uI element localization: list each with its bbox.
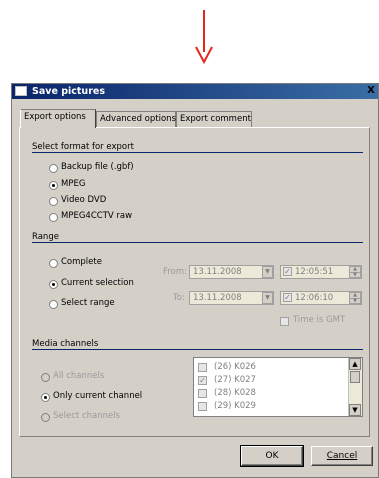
radio-select-range[interactable] [49,300,58,309]
radio-select-channels[interactable] [41,413,50,422]
from-time-field[interactable]: ✓ 12:05:51 ▲ ▼ [280,265,362,279]
media-section-title: Media channels [32,339,99,349]
cancel-button-label: Cancel [326,451,358,461]
window-icon [15,86,27,96]
channel-label: (27) K027 [214,375,256,385]
select-channels-label: Select channels [53,411,120,421]
range-section-title: Range [32,232,59,242]
select-range-label: Select range [61,298,115,308]
all-channels-label: All channels [53,371,105,381]
channel-checkbox[interactable] [198,402,207,411]
radio-video-dvd[interactable] [49,197,58,206]
to-time-value: 12:06:10 [295,293,334,303]
from-time-value: 12:05:51 [295,267,334,277]
radio-mpeg4cctv-raw[interactable] [49,213,58,222]
video-dvd-label: Video DVD [61,195,107,205]
radio-backup-file[interactable] [49,164,58,173]
channel-checkbox[interactable] [198,363,207,372]
time-is-gmt-label: Time is GMT [293,315,346,325]
channel-label: (26) K026 [214,362,256,372]
annotation-arrow-head-icon [195,46,213,64]
mpeg4cctv-raw-label: MPEG4CCTV raw [61,211,133,221]
scroll-down-icon[interactable]: ▼ [349,404,361,416]
backup-file-label: Backup file (.gbf) [61,162,134,172]
channel-list[interactable]: (26) K026 ✓ (27) K027 (28) K028 (29) K02… [193,357,363,417]
tab-export-options[interactable]: Export options [20,109,96,128]
to-time-checkbox[interactable]: ✓ [283,293,292,302]
radio-current-selection[interactable] [49,280,58,289]
time-is-gmt-checkbox[interactable] [280,317,289,326]
ok-button[interactable]: OK [240,445,304,467]
scroll-up-icon[interactable]: ▲ [349,358,361,370]
chevron-down-icon[interactable]: ▼ [262,292,273,304]
format-divider [32,152,363,153]
from-date-value: 13.11.2008 [193,267,242,277]
tab-advanced-options[interactable]: Advanced options [96,111,176,127]
only-current-channel-label: Only current channel [53,391,143,401]
media-divider [32,349,363,350]
tab-export-comment[interactable]: Export comment [176,111,252,127]
range-divider [32,242,363,243]
from-label: From: [163,267,187,277]
mpeg-label: MPEG [61,179,86,189]
to-date-field[interactable]: 13.11.2008 ▼ [189,291,274,305]
to-date-value: 13.11.2008 [193,293,242,303]
to-time-spinner[interactable]: ▲ ▼ [349,292,361,304]
save-pictures-dialog: Save pictures X Export options Advanced … [11,83,379,478]
radio-mpeg[interactable] [49,181,58,190]
current-selection-label: Current selection [61,278,134,288]
format-section-title: Select format for export [32,142,134,152]
channel-label: (29) K029 [214,401,256,411]
radio-all-channels[interactable] [41,373,50,382]
close-button[interactable]: X [366,85,376,97]
from-time-checkbox[interactable]: ✓ [283,267,292,276]
chevron-down-icon[interactable]: ▼ [262,266,273,278]
channel-checkbox[interactable] [198,389,207,398]
from-date-field[interactable]: 13.11.2008 ▼ [189,265,274,279]
channel-checkbox[interactable]: ✓ [198,376,207,385]
title-bar: Save pictures X [12,84,378,99]
channel-list-scrollbar[interactable]: ▲ ▼ [348,358,362,416]
from-time-spinner[interactable]: ▲ ▼ [349,266,361,278]
scroll-thumb[interactable] [350,371,360,383]
radio-only-current-channel[interactable] [41,393,50,402]
cancel-button[interactable]: Cancel [311,446,373,466]
channel-label: (28) K028 [214,388,256,398]
dialog-title: Save pictures [32,86,105,97]
to-label: To: [173,293,185,303]
radio-complete[interactable] [49,259,58,268]
complete-label: Complete [61,257,102,267]
to-time-field[interactable]: ✓ 12:06:10 ▲ ▼ [280,291,362,305]
